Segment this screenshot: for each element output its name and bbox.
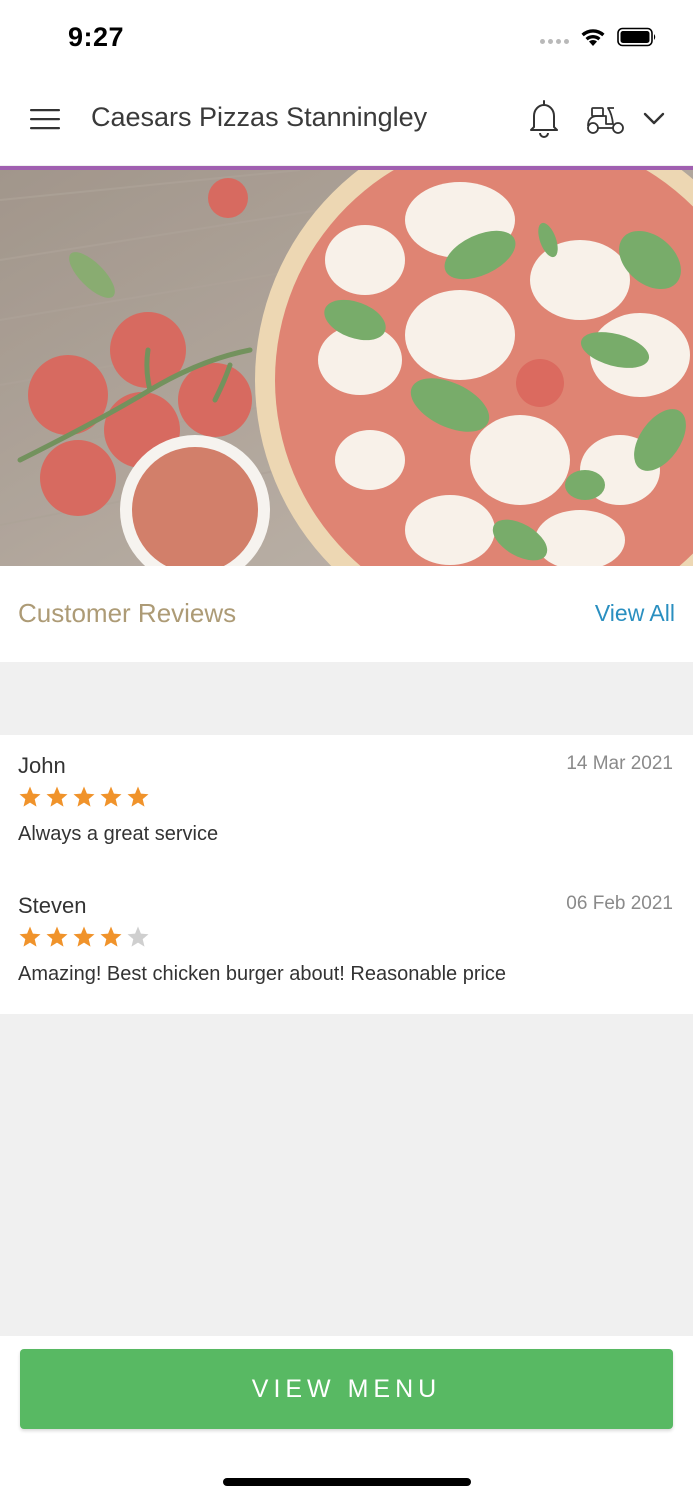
pizza-hero-image xyxy=(0,170,693,566)
star-filled-icon xyxy=(46,926,68,947)
app-header: Caesars Pizzas Stanningley xyxy=(0,74,693,166)
reviewer-name: Steven xyxy=(18,893,87,918)
star-filled-icon xyxy=(19,786,41,807)
review-text: Always a great service xyxy=(18,823,219,845)
view-all-reviews-link[interactable]: View All xyxy=(595,600,675,627)
star-filled-icon xyxy=(100,786,122,807)
star-filled-icon xyxy=(127,786,149,807)
chevron-down-icon[interactable] xyxy=(642,108,666,128)
status-bar: 9:27 xyxy=(0,0,693,74)
status-time: 9:27 xyxy=(68,22,125,52)
star-filled-icon xyxy=(73,926,95,947)
status-icons xyxy=(540,26,657,48)
reviews-list: John 14 Mar 2021 Always a great service … xyxy=(0,735,693,1014)
reviews-section-header: Customer Reviews View All xyxy=(0,566,693,662)
bell-icon[interactable] xyxy=(526,98,562,138)
star-rating xyxy=(18,925,150,949)
reviewer-name: John xyxy=(18,753,66,778)
wifi-icon xyxy=(581,29,605,46)
review-item: John 14 Mar 2021 Always a great service xyxy=(0,735,693,865)
restaurant-title: Caesars Pizzas Stanningley xyxy=(91,102,428,132)
star-empty-icon xyxy=(127,926,149,947)
section-divider xyxy=(0,662,693,735)
reviews-title: Customer Reviews xyxy=(18,598,237,628)
star-filled-icon xyxy=(46,786,68,807)
scooter-icon[interactable] xyxy=(584,102,626,136)
star-filled-icon xyxy=(19,926,41,947)
empty-content-area xyxy=(0,1014,693,1336)
review-date: 06 Feb 2021 xyxy=(566,893,673,914)
footer: VIEW MENU xyxy=(0,1336,693,1500)
star-filled-icon xyxy=(73,786,95,807)
hamburger-menu-icon[interactable] xyxy=(28,106,62,132)
review-item: Steven 06 Feb 2021 Amazing! Best chicken… xyxy=(0,875,693,1005)
star-filled-icon xyxy=(100,926,122,947)
signal-dots-icon xyxy=(540,38,569,44)
view-menu-button[interactable]: VIEW MENU xyxy=(20,1349,673,1429)
battery-icon xyxy=(617,27,656,47)
review-date: 14 Mar 2021 xyxy=(566,753,673,774)
home-indicator[interactable] xyxy=(223,1478,471,1486)
star-rating xyxy=(18,785,150,809)
review-text: Amazing! Best chicken burger about! Reas… xyxy=(18,963,507,985)
